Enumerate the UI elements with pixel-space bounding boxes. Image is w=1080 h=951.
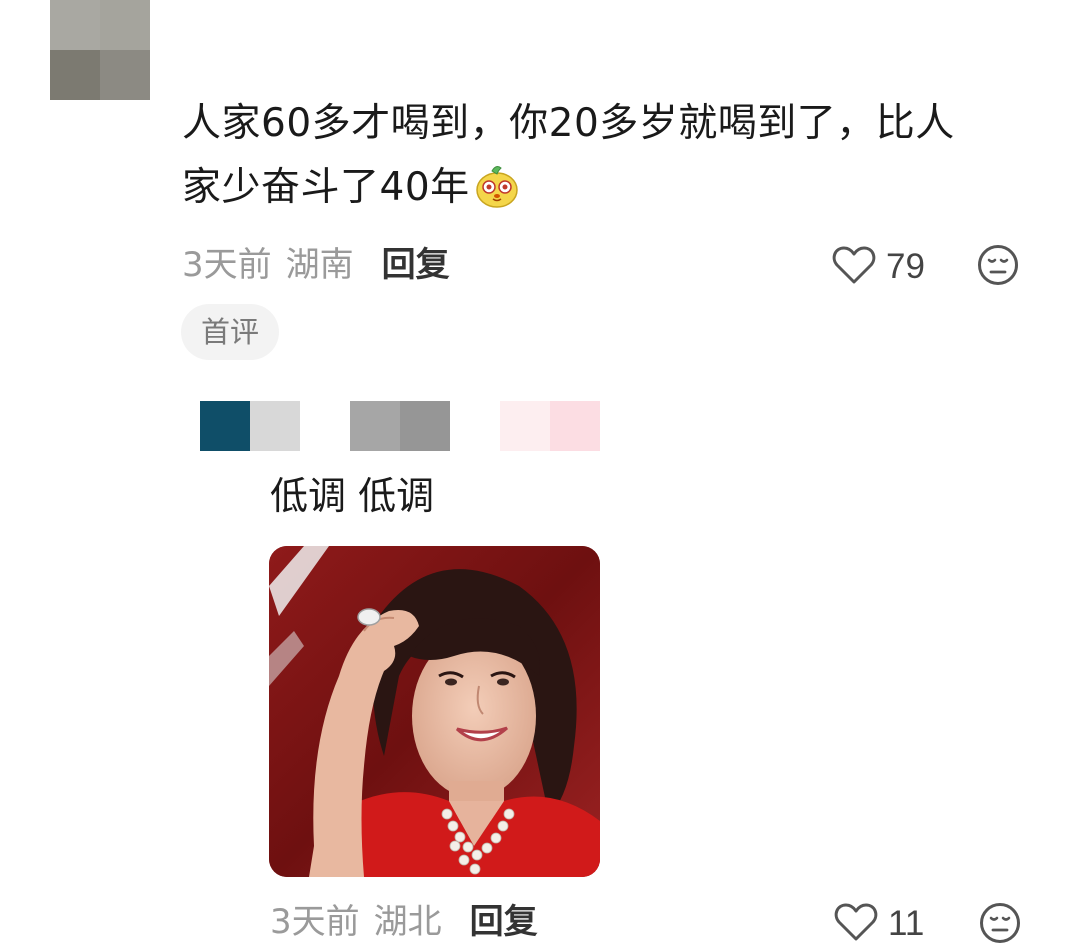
reply-time: 3天前 <box>270 902 360 942</box>
commenter-avatar[interactable] <box>50 0 150 100</box>
reply-reply-button[interactable]: 回复 <box>470 902 538 942</box>
avatar-pixel <box>250 401 300 451</box>
meh-face-icon <box>977 245 1019 290</box>
comment-line-1: 人家60多才喝到，你20多岁就喝到了，比人 <box>182 101 955 146</box>
heart-outline-icon <box>834 902 878 946</box>
replier-name-mosaic <box>350 401 450 451</box>
mosaic-pixel <box>400 401 450 451</box>
avatar-pixel <box>100 50 150 100</box>
reply-like-count: 11 <box>888 904 925 943</box>
reply-target-mosaic <box>500 401 600 451</box>
heart-outline-icon <box>832 245 876 289</box>
avatar-pixel <box>50 0 100 50</box>
woman-in-red-photo <box>269 546 600 877</box>
meh-face-icon <box>979 903 1021 948</box>
reply-button[interactable]: 回复 <box>382 245 450 285</box>
avatar-pixel <box>50 50 100 100</box>
replier-avatar[interactable] <box>200 401 300 451</box>
mosaic-pixel <box>350 401 400 451</box>
reply-dislike-button[interactable] <box>979 902 1021 944</box>
comment-body: 人家60多才喝到，你20多岁就喝到了，比人 家少奋斗了40年 <box>182 92 1042 220</box>
avatar-pixel <box>200 401 250 451</box>
comment-location: 湖南 <box>285 245 354 285</box>
reply-meta: 3天前 湖北 回复 <box>270 902 538 942</box>
comment-meta: 3天前 湖南 回复 <box>182 245 450 285</box>
reply-location: 湖北 <box>373 902 442 942</box>
mosaic-pixel <box>500 401 550 451</box>
mosaic-pixel <box>550 401 600 451</box>
mascot-emoji-icon <box>474 162 520 208</box>
first-comment-badge: 首评 <box>181 304 279 360</box>
comment-line-2: 家少奋斗了40年 <box>182 156 1042 220</box>
like-count: 79 <box>886 247 925 286</box>
reply-body: 低调 低调 <box>270 474 435 518</box>
avatar-pixel <box>100 0 150 50</box>
comment-time: 3天前 <box>182 245 272 285</box>
comment-line-2-text: 家少奋斗了40年 <box>182 165 470 210</box>
like-button[interactable]: 79 <box>832 245 925 289</box>
reply-like-button[interactable]: 11 <box>834 902 924 946</box>
reply-photo[interactable] <box>269 546 600 877</box>
dislike-button[interactable] <box>977 244 1019 286</box>
